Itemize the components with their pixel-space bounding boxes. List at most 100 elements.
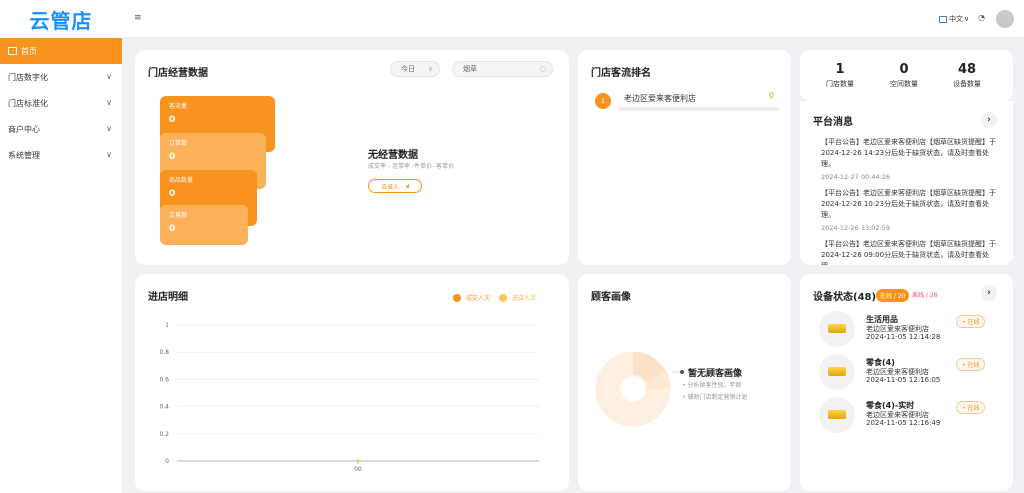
message-item[interactable]: 【平台公告】老边区爱来客便利店【烟草区缺货提醒】于2024-12-26 10:2… bbox=[821, 188, 1003, 234]
x-tick-labels: 00 bbox=[354, 461, 362, 473]
sidebar-item-label: 商户中心 bbox=[8, 124, 40, 134]
message-time: 2024-12-27 00:44:26 bbox=[821, 173, 891, 181]
chevron-down-icon: ∨ bbox=[106, 124, 112, 133]
device-time: 2024-11-05 12:16:05 bbox=[866, 376, 941, 384]
menu-collapse-icon[interactable]: ≡ bbox=[134, 13, 142, 23]
series-point[interactable] bbox=[356, 459, 360, 463]
sidebar-item-label: 首页 bbox=[21, 46, 37, 56]
card-title: 门店客流排名 bbox=[591, 68, 651, 79]
chevron-down-icon: ∨ bbox=[427, 65, 433, 73]
metric-label: 订单数 bbox=[169, 140, 188, 147]
app-root: 云管店 首页 门店数字化 ∨ 门店标准化 ∨ 商户中心 ∨ 系统管理 ∨ ≡ 中… bbox=[0, 0, 1024, 493]
visit-detail-card: 进店明细 成交人次 进店人次 0 0.2 0.4 0.6 0.8 1 00 bbox=[135, 274, 569, 491]
device-status-text: 在线 bbox=[967, 319, 980, 326]
sidebar-item-store-standard[interactable]: 门店标准化 ∨ bbox=[0, 90, 122, 116]
portrait-desc-text: 分析顾客性别、年龄 bbox=[687, 382, 742, 389]
stat-spaces: 0 空间数量 bbox=[874, 62, 934, 89]
device-image bbox=[819, 354, 855, 390]
device-item[interactable]: 生活用品 老边区爱来客便利店 2024-11-05 12:14:28 • 在线 bbox=[819, 311, 1004, 349]
sidebar-menu: 首页 门店数字化 ∨ 门店标准化 ∨ 商户中心 ∨ 系统管理 ∨ bbox=[0, 38, 122, 168]
message-text: 【平台公告】老边区爱来客便利店【烟草区缺货提醒】于2024-12-26 10:2… bbox=[821, 189, 996, 219]
metric-label: 客流量 bbox=[169, 103, 188, 110]
stat-value: 0 bbox=[899, 62, 909, 77]
y-tick-label: 0.4 bbox=[159, 404, 169, 411]
platform-messages-card: 平台消息 › 【平台公告】老边区爱来客便利店【烟草区缺货提醒】于2024-12-… bbox=[800, 101, 1013, 265]
go-input-button[interactable]: 去录入 ◢ bbox=[368, 179, 422, 193]
y-tick-label: 0.2 bbox=[159, 431, 169, 438]
rank-progress-bar bbox=[619, 107, 779, 111]
topbar: ≡ 中文 ∨ ◔ bbox=[122, 0, 1024, 38]
translate-icon bbox=[939, 15, 947, 23]
device-status-tag: • 在线 bbox=[956, 358, 986, 371]
device-item[interactable]: 零食(4)-实时 老边区爱来客便利店 2024-11-05 12:16:49 •… bbox=[819, 397, 1004, 435]
portrait-desc-text: 辅助门店制定营销计划 bbox=[687, 394, 748, 401]
portrait-desc-line: • 分析顾客性别、年龄 bbox=[682, 382, 742, 389]
sidebar-item-home[interactable]: 首页 bbox=[0, 38, 122, 64]
device-image bbox=[819, 311, 855, 347]
device-image bbox=[819, 397, 855, 433]
chart-grid bbox=[177, 324, 539, 462]
sidebar-item-system[interactable]: 系统管理 ∨ bbox=[0, 142, 122, 168]
metric-value: 0 bbox=[169, 189, 176, 199]
metric-value: 0 bbox=[169, 224, 176, 234]
card-title: 设备状态(48) bbox=[813, 292, 877, 303]
portrait-empty-title: 暂无顾客画像 bbox=[688, 369, 743, 379]
app-logo[interactable]: 云管店 bbox=[0, 0, 122, 38]
stats-card: 1 门店数量 0 空间数量 48 设备数量 bbox=[800, 50, 1013, 101]
avatar[interactable] bbox=[996, 10, 1014, 28]
chevron-down-icon: ∨ bbox=[964, 15, 970, 23]
clock-icon: ○ bbox=[539, 65, 546, 73]
category-select[interactable]: 烟草 ○ bbox=[452, 61, 553, 77]
rank-value: 0 bbox=[769, 91, 775, 100]
device-status-text: 在线 bbox=[967, 405, 980, 412]
traffic-ranking-card: 门店客流排名 1 老边区爱来客便利店 0 bbox=[578, 50, 791, 265]
sidebar-item-label: 门店标准化 bbox=[8, 98, 48, 108]
date-select[interactable]: 今日 ∨ bbox=[390, 61, 440, 77]
stat-value: 48 bbox=[957, 62, 977, 77]
device-status-card: 设备状态(48) 在线 / 20 离线 / 28 › 生活用品 老边区爱来客便利… bbox=[800, 274, 1013, 491]
device-status-text: 在线 bbox=[967, 362, 980, 369]
card-title: 门店经营数据 bbox=[148, 68, 208, 79]
device-status-tag: • 在线 bbox=[956, 401, 986, 414]
metric-label: 商品数量 bbox=[169, 177, 194, 184]
x-tick-label: 00 bbox=[354, 466, 362, 473]
store-business-card: 门店经营数据 今日 ∨ 烟草 ○ 客流量 0 订单数 0 商品数量 0 交易额 … bbox=[135, 50, 569, 265]
devices-more-button[interactable]: › bbox=[981, 285, 997, 301]
language-switch[interactable]: 中文 ∨ bbox=[939, 14, 969, 24]
chevron-down-icon: ∨ bbox=[106, 150, 112, 159]
stat-stores: 1 门店数量 bbox=[810, 62, 870, 89]
cabinet-icon bbox=[828, 410, 846, 419]
rank-number: 1 bbox=[595, 93, 611, 109]
y-tick-label: 0 bbox=[165, 458, 169, 465]
y-tick-labels: 0 0.2 0.4 0.6 0.8 1 bbox=[159, 322, 169, 465]
category-select-value: 烟草 bbox=[463, 65, 477, 73]
device-status-tag: • 在线 bbox=[956, 315, 986, 328]
stat-label: 设备数量 bbox=[953, 80, 981, 88]
stat-value: 1 bbox=[835, 62, 845, 77]
cabinet-icon bbox=[828, 367, 846, 376]
empty-title: 无经营数据 bbox=[368, 150, 418, 161]
messages-more-button[interactable]: › bbox=[981, 112, 997, 128]
portrait-desc-line: • 辅助门店制定营销计划 bbox=[682, 394, 748, 401]
metric-label: 交易额 bbox=[169, 212, 188, 219]
send-icon: ◢ bbox=[405, 183, 409, 189]
monitor-icon bbox=[8, 47, 17, 55]
bell-icon[interactable]: ◔ bbox=[978, 13, 985, 22]
device-item[interactable]: 零食(4) 老边区爱来客便利店 2024-11-05 12:16:05 • 在线 bbox=[819, 354, 1004, 392]
y-tick-label: 0.8 bbox=[159, 349, 169, 356]
language-label: 中文 bbox=[949, 15, 963, 23]
message-text: 【平台公告】老边区爱来客便利店【烟草区缺货提醒】于2024-12-26 09:0… bbox=[821, 240, 996, 265]
customer-portrait-card: 顾客画像 暂无顾客画像 • 分析顾客性别、年龄 • 辅助门店制定营销计划 bbox=[578, 274, 791, 491]
date-select-value: 今日 bbox=[401, 65, 415, 73]
sidebar-item-merchant[interactable]: 商户中心 ∨ bbox=[0, 116, 122, 142]
online-badge: 在线 / 20 bbox=[876, 289, 910, 302]
chevron-down-icon: ∨ bbox=[106, 72, 112, 81]
device-time: 2024-11-05 12:14:28 bbox=[866, 333, 941, 341]
stat-label: 空间数量 bbox=[890, 80, 918, 88]
rank-store-name: 老边区爱来客便利店 bbox=[624, 94, 696, 103]
y-tick-label: 1 bbox=[165, 322, 169, 329]
sidebar-item-store-digital[interactable]: 门店数字化 ∨ bbox=[0, 64, 122, 90]
sidebar-item-label: 系统管理 bbox=[8, 150, 40, 160]
message-item[interactable]: 【平台公告】老边区爱来客便利店【烟草区缺货提醒】于2024-12-26 09:0… bbox=[821, 239, 1003, 265]
message-item[interactable]: 【平台公告】老边区爱来客便利店【烟草区缺货提醒】于2024-12-26 14:2… bbox=[821, 137, 1003, 183]
